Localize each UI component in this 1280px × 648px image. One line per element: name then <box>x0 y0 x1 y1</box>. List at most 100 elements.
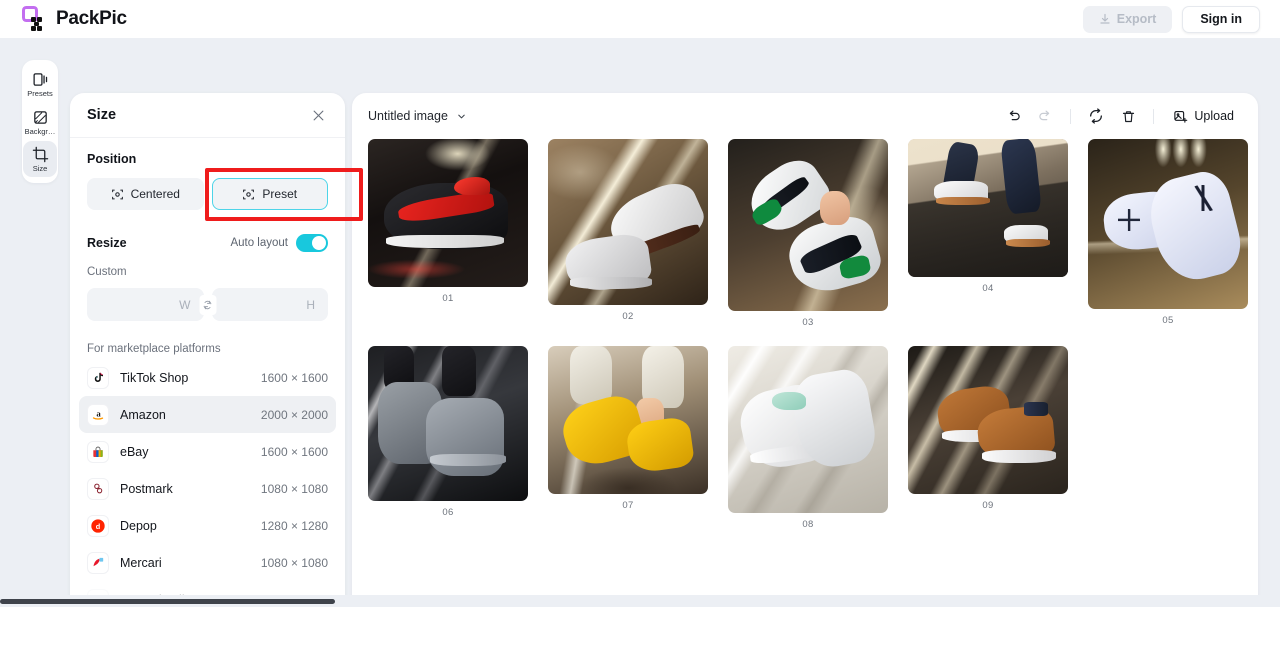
export-label: Export <box>1116 12 1157 26</box>
image-cell-03[interactable]: 03 <box>728 139 888 328</box>
image-caption: 02 <box>622 311 634 322</box>
packpic-app: PackPic Export Sign in Presets Backgr… S… <box>0 0 1280 648</box>
image-cell-01[interactable]: 01 <box>368 139 528 304</box>
resize-section-label: Resize <box>87 236 127 250</box>
redo-button[interactable] <box>1031 102 1059 130</box>
marketplace-row-ebay[interactable]: eBay 1600 × 1600 <box>79 433 336 470</box>
image-thumbnail[interactable] <box>1088 139 1248 309</box>
panel-close-button[interactable] <box>308 105 328 125</box>
refresh-icon <box>1090 108 1103 124</box>
amazon-icon: a <box>87 403 109 426</box>
centered-icon <box>111 189 123 199</box>
auto-layout-toggle[interactable] <box>296 234 328 252</box>
image-cell-04[interactable]: 04 <box>908 139 1068 294</box>
marketplace-row-tiktok[interactable]: TikTok Shop 1600 × 1600 <box>79 359 336 396</box>
delete-button[interactable] <box>1114 102 1142 130</box>
redo-icon <box>1039 110 1050 120</box>
canvas-panel: Untitled image Upload 01 02 03 04 05 06 … <box>352 93 1258 623</box>
svg-text:a: a <box>96 408 101 418</box>
panel-title: Size <box>87 107 117 123</box>
export-button[interactable]: Export <box>1082 5 1173 33</box>
image-caption: 09 <box>982 500 994 511</box>
image-thumbnail[interactable] <box>728 346 888 513</box>
upload-label: Upload <box>1194 109 1234 123</box>
image-cell-07[interactable]: 07 <box>548 346 708 511</box>
chevron-down-icon <box>458 114 465 118</box>
position-centered-button[interactable]: Centered <box>87 178 204 210</box>
image-caption: 08 <box>802 519 814 530</box>
workspace: Presets Backgr… Size Size Position Cente… <box>0 38 1280 638</box>
canvas-toolbar-actions: Upload <box>999 102 1242 130</box>
image-upload-icon <box>1174 110 1188 123</box>
image-caption: 01 <box>442 293 454 304</box>
top-bar: PackPic Export Sign in <box>0 0 1280 38</box>
signin-button[interactable]: Sign in <box>1182 5 1260 33</box>
image-cell-08[interactable]: 08 <box>728 346 888 530</box>
image-cell-06[interactable]: 06 <box>368 346 528 518</box>
brand-logo[interactable]: PackPic <box>22 6 127 32</box>
refresh-button[interactable] <box>1082 102 1110 130</box>
marketplace-name: Mercari <box>120 555 162 570</box>
image-thumbnail[interactable] <box>548 139 708 305</box>
marketplace-name: Depop <box>120 518 157 533</box>
image-caption: 06 <box>442 507 454 518</box>
size-crop-icon <box>32 146 48 163</box>
toolbar-divider <box>1070 108 1072 124</box>
image-grid-row-2: 06 07 08 09 <box>368 346 1242 530</box>
marketplace-size: 2000 × 2000 <box>260 407 328 422</box>
auto-layout-label: Auto layout <box>230 237 288 249</box>
image-thumbnail[interactable] <box>908 346 1068 494</box>
ebay-icon <box>87 440 109 463</box>
scrollbar-thumb[interactable] <box>0 599 335 604</box>
image-caption: 07 <box>622 500 634 511</box>
image-cell-05[interactable]: 05 <box>1088 139 1248 326</box>
depop-icon: d <box>87 514 109 537</box>
image-thumbnail[interactable] <box>908 139 1068 277</box>
width-input[interactable]: W <box>87 288 204 321</box>
resize-section-header: Resize Auto layout <box>87 234 328 252</box>
swap-icon[interactable] <box>199 294 216 315</box>
image-thumbnail[interactable] <box>728 139 888 311</box>
rail-label-size: Size <box>32 164 48 173</box>
image-cell-02[interactable]: 02 <box>548 139 708 322</box>
undo-icon <box>1009 110 1020 120</box>
image-thumbnail[interactable] <box>548 346 708 494</box>
marketplace-name: Amazon <box>120 407 166 422</box>
canvas-toolbar: Untitled image Upload <box>352 93 1258 139</box>
position-preset-button[interactable]: Preset <box>211 178 328 210</box>
height-input[interactable]: H <box>211 288 328 321</box>
rail-item-background[interactable]: Backgr… <box>23 104 57 140</box>
image-caption: 04 <box>982 283 994 294</box>
marketplace-name: Postmark <box>120 481 173 496</box>
image-thumbnail[interactable] <box>368 346 528 501</box>
marketplace-title: For marketplace platforms <box>87 343 221 355</box>
mercari-icon <box>87 551 109 574</box>
packpic-logo-icon <box>22 6 48 32</box>
marketplace-size: 1080 × 1080 <box>260 555 328 570</box>
rail-label-presets: Presets <box>27 89 53 98</box>
marketplace-size: 1600 × 1600 <box>260 444 328 459</box>
rail-item-size[interactable]: Size <box>23 141 57 177</box>
horizontal-scrollbar[interactable] <box>0 595 1280 648</box>
marketplace-row-amazon[interactable]: a Amazon 2000 × 2000 <box>79 396 336 433</box>
undo-button[interactable] <box>999 102 1027 130</box>
background-icon <box>33 110 47 124</box>
image-caption: 05 <box>1162 315 1174 326</box>
marketplace-row-depop[interactable]: d Depop 1280 × 1280 <box>79 507 336 544</box>
document-name-dropdown[interactable]: Untitled image <box>368 109 467 123</box>
preset-icon <box>243 189 255 199</box>
marketplace-row-mercari[interactable]: Mercari 1080 × 1080 <box>79 544 336 581</box>
rail-label-background: Backgr… <box>24 126 56 136</box>
upload-button[interactable]: Upload <box>1165 102 1242 130</box>
custom-size-inputs: W H <box>87 288 328 321</box>
image-cell-09[interactable]: 09 <box>908 346 1068 511</box>
rail-item-presets[interactable]: Presets <box>23 66 57 102</box>
marketplace-row-postmark[interactable]: Postmark 1080 × 1080 <box>79 470 336 507</box>
marketplace-name: eBay <box>120 444 149 459</box>
download-icon <box>1100 13 1110 24</box>
top-bar-actions: Export Sign in <box>1082 5 1260 33</box>
size-panel: Size Position Centered Preset Resize Aut… <box>70 93 345 638</box>
image-thumbnail[interactable] <box>368 139 528 287</box>
marketplace-size: 1080 × 1080 <box>260 481 328 496</box>
position-options: Centered Preset <box>87 178 328 210</box>
